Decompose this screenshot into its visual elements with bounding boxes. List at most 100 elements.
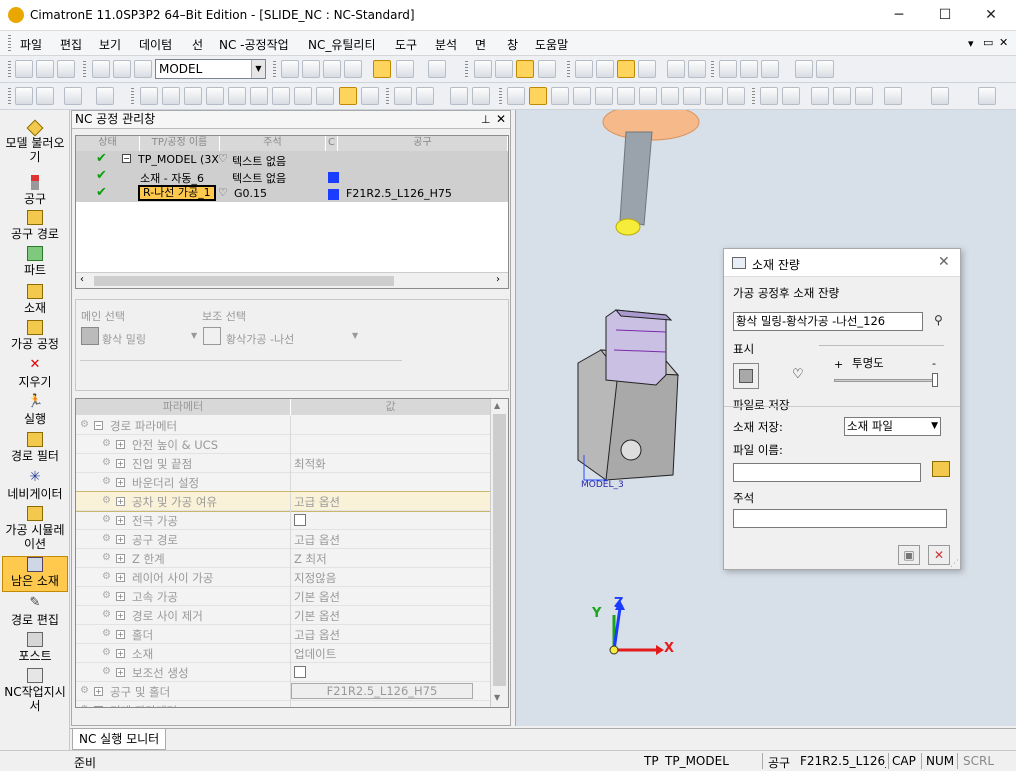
tree-expand-icon[interactable]: + — [116, 497, 125, 506]
sidebar-item-load-model[interactable]: 모델 불러오기 — [2, 119, 68, 164]
param-row[interactable]: ⚙+ 기계 파라메터 — [76, 701, 490, 707]
process-field[interactable]: 황삭 밀링-황삭가공 -나선_126 — [733, 312, 923, 331]
tree-expand-icon[interactable]: + — [116, 611, 125, 620]
close-button[interactable]: ✕ — [968, 4, 1014, 26]
tool-icon[interactable] — [639, 87, 657, 105]
toolbar-grip[interactable] — [83, 61, 86, 78]
tree-expand-icon[interactable]: + — [116, 668, 125, 677]
menu-nc-utility[interactable]: NC_유틸리티 — [308, 36, 376, 53]
view-direction-icon[interactable] — [428, 60, 446, 78]
tree-expand-icon[interactable]: + — [116, 535, 125, 544]
sidebar-item-path-edit[interactable]: ✎ 경로 편집 — [2, 596, 68, 628]
filter-active-icon[interactable] — [339, 87, 357, 105]
toolbar-grip[interactable] — [8, 88, 11, 105]
table-row[interactable]: ✔ 소재 - 자동_6 텍스트 없음 — [76, 168, 508, 185]
back-arrow-icon[interactable] — [667, 60, 685, 78]
tree-collapse-icon[interactable]: − — [122, 154, 131, 163]
param-value[interactable]: Z 최저 — [294, 551, 327, 567]
menu-window[interactable]: 창 — [507, 36, 518, 53]
param-row[interactable]: ⚙ + 공구 및 홀더 F21R2.5_L126_H75 — [76, 682, 490, 701]
model-combo[interactable]: MODEL ▼ — [155, 59, 266, 79]
delete-pick-icon[interactable] — [36, 87, 54, 105]
layer-icon[interactable] — [113, 60, 131, 78]
sub-select-value[interactable]: 황삭가공 -나선 — [226, 331, 294, 347]
zoom-all-icon[interactable] — [281, 60, 299, 78]
menu-curve[interactable]: 선 — [192, 36, 203, 53]
tree-expand-icon[interactable]: + — [116, 440, 125, 449]
param-row[interactable]: ⚙ + 레이어 사이 가공 지정않음 — [76, 568, 490, 587]
report-icon[interactable] — [573, 87, 591, 105]
snap-icon[interactable] — [450, 87, 468, 105]
multi-cube-icon[interactable] — [816, 60, 834, 78]
toolbar-grip[interactable] — [8, 61, 11, 78]
sidebar-item-remaining-stock[interactable]: 남은 소재 — [2, 556, 68, 592]
table-row[interactable]: ✔ R-나선 가공_1 ♡ G0.15 F21R2.5_L126_H75 — [76, 185, 508, 202]
param-value[interactable]: 기본 옵션 — [294, 589, 340, 605]
zoom-window-icon[interactable] — [302, 60, 320, 78]
wireframe-icon[interactable] — [373, 60, 391, 78]
tree-icon[interactable] — [575, 60, 593, 78]
render-icon[interactable] — [516, 60, 534, 78]
pick-icon[interactable] — [15, 87, 33, 105]
light-bulb-icon[interactable] — [596, 60, 614, 78]
light-settings-icon[interactable] — [638, 60, 656, 78]
stock-save-select[interactable]: 소재 파일 ▼ — [844, 417, 941, 436]
model-set-icon[interactable] — [134, 60, 152, 78]
horizontal-scrollbar[interactable]: ‹ › — [76, 272, 508, 288]
file-name-input[interactable] — [733, 463, 921, 482]
measure-icon[interactable] — [740, 60, 758, 78]
toolbar-grip[interactable] — [131, 88, 134, 105]
copy-icon[interactable] — [705, 87, 723, 105]
toolbar-grip[interactable] — [499, 88, 502, 105]
tree-expand-icon[interactable]: + — [116, 516, 125, 525]
axis-icon[interactable] — [884, 87, 902, 105]
tree-expand-icon[interactable]: + — [116, 554, 125, 563]
sketch-icon[interactable] — [782, 87, 800, 105]
display-icon[interactable] — [538, 60, 556, 78]
scroll-down-icon[interactable]: ▼ — [494, 693, 500, 702]
filter-body-icon[interactable] — [294, 87, 312, 105]
cube-icon[interactable] — [795, 60, 813, 78]
table-row[interactable]: ✔ − TP_MODEL (3X ♡ 텍스트 없음 — [76, 151, 508, 168]
grid-icon[interactable] — [761, 60, 779, 78]
scroll-thumb[interactable] — [94, 276, 394, 286]
filter-solid-icon[interactable] — [250, 87, 268, 105]
magnet-icon[interactable] — [472, 87, 490, 105]
param-checkbox[interactable] — [294, 514, 306, 526]
tree-expand-icon[interactable]: + — [94, 706, 103, 707]
param-value[interactable]: 고급 옵션 — [294, 532, 340, 548]
shaded-icon[interactable] — [396, 60, 414, 78]
menu-file[interactable]: 파일 — [20, 36, 42, 53]
tree-expand-icon[interactable]: + — [94, 687, 103, 696]
toolbar-grip[interactable] — [752, 88, 755, 105]
maximize-button[interactable]: ☐ — [922, 4, 968, 26]
section-icon[interactable] — [474, 60, 492, 78]
menu-analysis[interactable]: 분석 — [435, 36, 457, 53]
sweep-icon[interactable] — [811, 87, 829, 105]
param-row[interactable]: ⚙ + 소재 업데이트 — [76, 644, 490, 663]
scroll-thumb[interactable] — [493, 414, 506, 686]
filter-edge-icon[interactable] — [206, 87, 224, 105]
filter-point-icon[interactable] — [140, 87, 158, 105]
filter-face-icon[interactable] — [184, 87, 202, 105]
param-value[interactable]: 최적화 — [294, 456, 326, 472]
check-icon[interactable] — [760, 87, 778, 105]
pin-icon[interactable]: ⊥ — [481, 113, 491, 126]
sidebar-item-path-filter[interactable]: 경로 필터 — [2, 432, 68, 463]
param-row[interactable]: ⚙ − 경로 파라메터 — [76, 416, 490, 435]
chevron-down-icon[interactable]: ▼ — [352, 331, 358, 340]
stock-icon[interactable] — [683, 87, 701, 105]
mdi-restore-icon[interactable]: ▭ — [983, 36, 993, 49]
tree-select-icon[interactable]: ⚲ — [934, 313, 950, 329]
param-value[interactable]: 고급 옵션 — [294, 494, 340, 510]
tree-expand-icon[interactable]: + — [116, 478, 125, 487]
move-icon[interactable] — [394, 87, 412, 105]
param-row[interactable]: ⚙ + Z 한계 Z 최저 — [76, 549, 490, 568]
chevron-down-icon[interactable]: ▼ — [251, 60, 265, 78]
panel-close-icon[interactable]: ✕ — [496, 112, 506, 126]
column-header-name[interactable]: TP/공정 이름 — [140, 136, 220, 151]
param-row[interactable]: ⚙ + 안전 높이 & UCS — [76, 435, 490, 454]
sidebar-item-post[interactable]: 포스트 — [2, 632, 68, 663]
menu-nc-process[interactable]: NC -공정작업 — [219, 36, 289, 53]
blend-icon[interactable] — [855, 87, 873, 105]
